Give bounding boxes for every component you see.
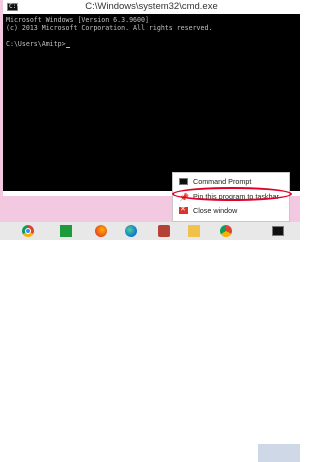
app-icon[interactable] xyxy=(158,225,170,237)
text-cursor xyxy=(65,47,70,48)
firefox-icon[interactable] xyxy=(95,225,107,237)
menu-item-label: Pin this program to taskbar xyxy=(193,192,279,201)
menu-item-label: Command Prompt xyxy=(193,177,252,186)
menu-item-pin-to-taskbar[interactable]: 📌 Pin this program to taskbar xyxy=(173,191,291,203)
pin-icon: 📌 xyxy=(179,193,189,202)
menu-item-label: Close window xyxy=(193,206,238,215)
cmd-icon xyxy=(179,178,188,185)
console-line: (c) 2013 Microsoft Corporation. All righ… xyxy=(6,24,213,32)
chrome-icon[interactable] xyxy=(220,225,232,237)
window-title: C:\Windows\system32\cmd.exe xyxy=(85,1,218,12)
cmd-icon[interactable] xyxy=(272,226,284,236)
folder-icon[interactable] xyxy=(188,225,200,237)
console-line: Microsoft Windows [Version 6.3.9600] xyxy=(6,16,149,24)
desktop: C:\ C:\Windows\system32\cmd.exe Microsof… xyxy=(0,0,300,462)
console-prompt: C:\Users\Amitp> xyxy=(6,40,66,48)
edge-icon[interactable] xyxy=(125,225,137,237)
cmd-window: C:\ C:\Windows\system32\cmd.exe Microsof… xyxy=(3,0,300,196)
store-icon[interactable] xyxy=(60,225,72,237)
console-prompt-row: C:\Users\Amitp> xyxy=(6,40,297,48)
console-output[interactable]: Microsoft Windows [Version 6.3.9600] (c)… xyxy=(3,14,300,191)
menu-item-command-prompt[interactable]: Command Prompt xyxy=(173,176,291,188)
title-bar[interactable]: C:\ C:\Windows\system32\cmd.exe xyxy=(3,0,300,14)
close-icon: ✕ xyxy=(179,206,188,214)
taskbar-active-item-bg xyxy=(258,444,300,462)
taskbar xyxy=(0,222,300,462)
menu-item-close-window[interactable]: ✕ Close window xyxy=(173,205,291,217)
taskbar-jump-list: Command Prompt 📌 Pin this program to tas… xyxy=(172,172,290,222)
chrome-icon[interactable] xyxy=(22,225,34,237)
